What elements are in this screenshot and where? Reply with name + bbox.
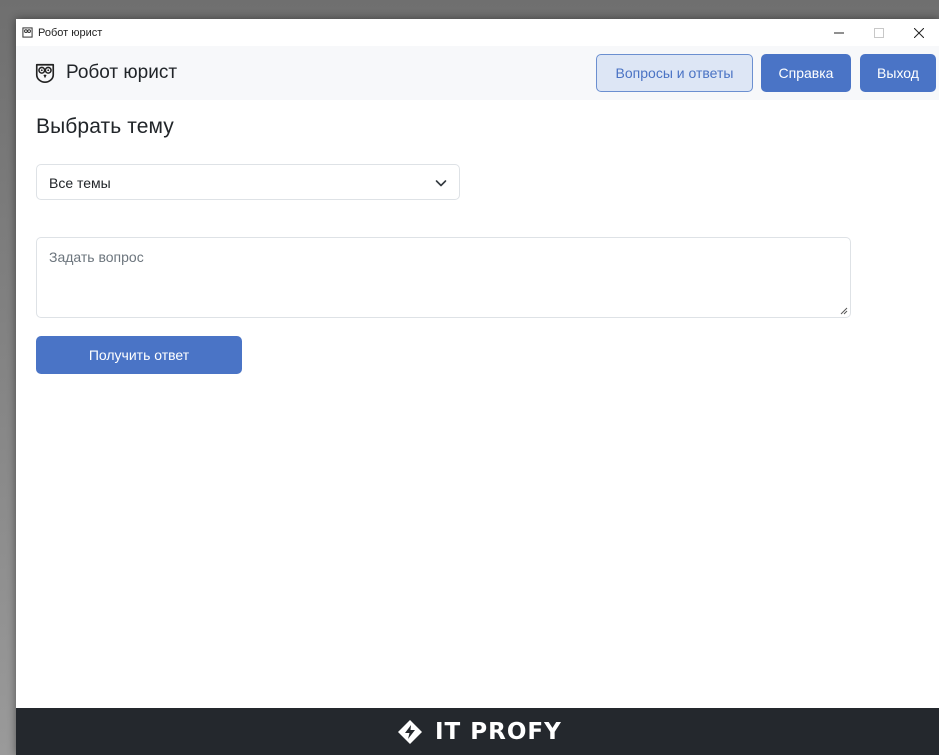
close-button[interactable] [899, 19, 939, 46]
minimize-button[interactable] [819, 19, 859, 46]
maximize-icon [874, 27, 884, 38]
itprofy-logo-icon [398, 720, 422, 744]
brand[interactable]: Робот юрист [34, 56, 177, 90]
faq-button[interactable]: Вопросы и ответы [596, 54, 753, 92]
topic-select-value: Все темы [49, 175, 111, 191]
navbar: Робот юрист Вопросы и ответы Справка Вых… [16, 46, 939, 100]
title-bar: Робот юрист [16, 19, 939, 46]
exit-button[interactable]: Выход [860, 54, 936, 92]
footer-logo-text: IT PROFY [435, 719, 562, 745]
topic-select[interactable]: Все темы [36, 164, 460, 200]
minimize-icon [834, 32, 844, 33]
page-title: Выбрать тему [36, 115, 174, 138]
close-icon [914, 27, 924, 38]
brand-name: Робот юрист [66, 62, 178, 83]
app-window: Робот юрист Робот юрист Вопросы и ответы… [16, 19, 939, 755]
resize-grip-icon[interactable] [840, 307, 848, 315]
footer-logo: IT PROFY [397, 717, 562, 747]
owl-icon [22, 27, 33, 38]
help-button[interactable]: Справка [761, 54, 851, 92]
question-placeholder: Задать вопрос [49, 249, 144, 265]
owl-icon [35, 63, 55, 83]
maximize-button[interactable] [859, 19, 899, 46]
footer: IT PROFY [16, 708, 939, 755]
chevron-down-icon [435, 180, 447, 187]
window-title: Робот юрист [38, 27, 103, 39]
get-answer-button[interactable]: Получить ответ [36, 336, 242, 374]
question-input[interactable]: Задать вопрос [36, 237, 851, 318]
